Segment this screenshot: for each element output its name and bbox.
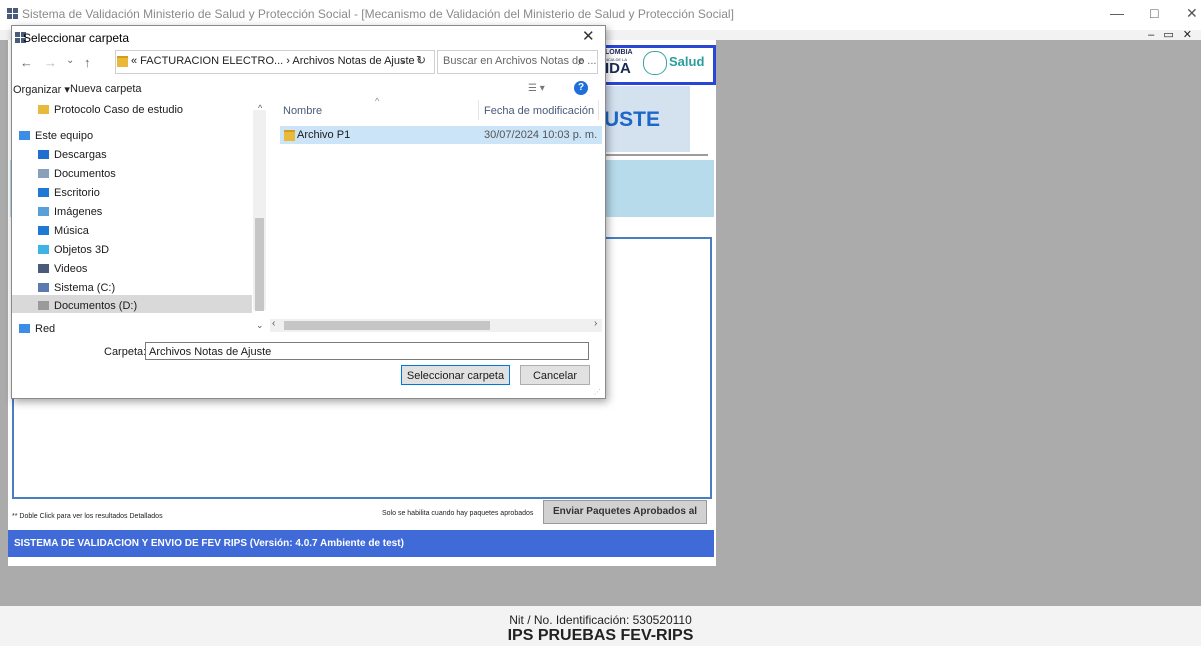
nav-item-videos[interactable]: Videos (38, 263, 87, 275)
send-approved-packages-button[interactable]: Enviar Paquetes Aprobados al (543, 500, 707, 524)
nav-item-label: Música (54, 225, 89, 237)
drive-c-icon (38, 283, 49, 292)
column-separator[interactable] (598, 100, 599, 120)
help-icon[interactable]: ? (574, 81, 588, 95)
dialog-close-button[interactable]: ✕ (582, 27, 595, 45)
nav-item-m-sica[interactable]: Música (38, 225, 89, 237)
scroll-right-icon[interactable]: › (594, 318, 597, 329)
scroll-left-icon[interactable]: ‹ (272, 318, 275, 329)
refresh-icon[interactable]: ↻ (416, 53, 426, 67)
app-icon (7, 8, 18, 19)
new-folder-button[interactable]: Nueva carpeta (70, 83, 142, 95)
pictures-icon (38, 207, 49, 216)
nav-item-label: Imágenes (54, 206, 103, 218)
nav-item-label: Documentos (D:) (54, 300, 138, 312)
ministry-logo: LOMBIA NCIA DE LA IDA Salud (592, 45, 716, 85)
recent-locations-icon[interactable]: ⌄ (66, 55, 74, 66)
downloads-icon (38, 150, 49, 159)
organize-menu[interactable]: Organizar ▾ (13, 83, 70, 96)
nav-item-este-equipo[interactable]: Este equipo (19, 130, 93, 142)
column-header-date[interactable]: Fecha de modificación (484, 105, 594, 117)
double-click-note: ** Doble Click para ver los resultados D… (12, 513, 163, 520)
computer-icon (19, 131, 30, 140)
nav-item-label: Red (35, 323, 56, 335)
resize-grip-icon[interactable]: ⋰ (594, 388, 601, 396)
nav-item-im-genes[interactable]: Imágenes (38, 206, 102, 218)
folder-input[interactable]: Archivos Notas de Ajuste (145, 342, 589, 360)
nav-item-escritorio[interactable]: Escritorio (38, 187, 100, 199)
address-dropdown-icon[interactable]: ⌄ (399, 55, 407, 66)
nav-item-label: Protocolo Caso de estudio (54, 104, 184, 116)
back-arrow-icon[interactable]: ← (20, 55, 33, 70)
scroll-down-icon[interactable]: ⌄ (256, 320, 264, 331)
nav-item-red[interactable]: Red (19, 323, 55, 335)
ips-name: IPS PRUEBAS FEV-RIPS (507, 627, 694, 644)
documents-icon (38, 169, 49, 178)
objects3d-icon (38, 245, 49, 254)
desktop-icon (38, 188, 49, 197)
nav-item-label: Sistema (C:) (54, 282, 116, 294)
folder-icon (117, 56, 128, 67)
dialog-title: Seleccionar carpeta (23, 31, 130, 45)
divider (604, 154, 708, 156)
network-icon (19, 324, 30, 333)
music-icon (38, 226, 49, 235)
nav-item-label: Videos (54, 263, 88, 275)
maximize-button[interactable]: □ (1150, 5, 1158, 21)
nav-item-label: Este equipo (35, 130, 94, 142)
nav-item-protocolo-caso-de-estudio[interactable]: Protocolo Caso de estudio (38, 104, 183, 116)
sort-ascending-icon: ^ (375, 96, 380, 106)
horizontal-scrollbar-thumb[interactable] (284, 321, 490, 330)
nav-scrollbar-thumb[interactable] (255, 218, 264, 311)
file-name[interactable]: Archivo P1 (297, 129, 350, 141)
version-bar: SISTEMA DE VALIDACION Y ENVIO DE FEV RIP… (8, 530, 714, 557)
nit-label: Nit / No. Identificación: 530520110 (509, 613, 692, 627)
nav-item-sistema-c[interactable]: Sistema (C:) (38, 282, 115, 294)
drive-d-icon (38, 301, 49, 310)
search-placeholder: Buscar en Archivos Notas de ... (443, 55, 597, 67)
search-icon[interactable]: ⌕ (578, 53, 585, 69)
address-path[interactable]: « FACTURACION ELECTRO... › Archivos Nota… (131, 55, 421, 67)
main-window-title: Sistema de Validación Ministerio de Salu… (22, 7, 734, 21)
view-options-icon[interactable]: ☰ ▾ (528, 83, 545, 94)
forward-arrow-icon[interactable]: → (44, 55, 57, 70)
column-header-name[interactable]: Nombre (283, 105, 322, 117)
select-folder-button[interactable]: Seleccionar carpeta (401, 365, 510, 385)
nav-item-documentos-d[interactable]: Documentos (D:) (38, 300, 137, 312)
nav-item-label: Objetos 3D (54, 244, 110, 256)
column-separator[interactable] (478, 100, 479, 120)
nav-item-documentos[interactable]: Documentos (38, 168, 116, 180)
folder-icon (38, 105, 49, 114)
videos-icon (38, 264, 49, 273)
form-title: USTE (604, 108, 661, 131)
nav-item-objetos-3d[interactable]: Objetos 3D (38, 244, 109, 256)
nav-item-label: Escritorio (54, 187, 100, 199)
cancel-button[interactable]: Cancelar (520, 365, 590, 385)
minimize-button[interactable]: — (1110, 5, 1124, 21)
nav-item-label: Documentos (54, 168, 116, 180)
close-window-button[interactable]: ✕ (1186, 5, 1198, 22)
up-arrow-icon[interactable]: ↑ (84, 55, 91, 70)
nav-item-descargas[interactable]: Descargas (38, 149, 107, 161)
file-date: 30/07/2024 10:03 p. m. (484, 129, 598, 141)
approved-note: Solo se habilita cuando hay paquetes apr… (382, 510, 534, 517)
nav-item-label: Descargas (54, 149, 107, 161)
shield-icon (643, 51, 667, 75)
folder-label: Carpeta: (104, 346, 147, 358)
folder-icon (284, 130, 295, 141)
